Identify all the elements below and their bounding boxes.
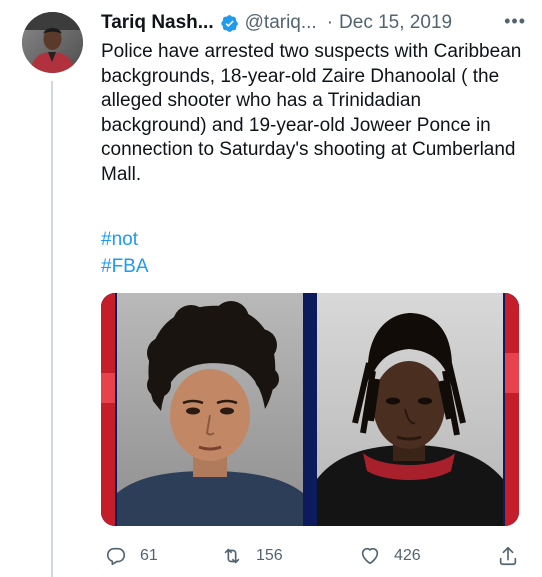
suspect-photo-right bbox=[317, 293, 503, 526]
heart-icon bbox=[361, 547, 379, 565]
tweet-media[interactable] bbox=[101, 293, 519, 526]
share-icon bbox=[499, 546, 517, 566]
share-button[interactable] bbox=[497, 545, 519, 567]
reply-button[interactable]: 61 bbox=[105, 545, 158, 567]
separator-dot: · bbox=[326, 12, 334, 33]
thread-line bbox=[51, 81, 53, 577]
tweet-actions: 61 156 426 bbox=[101, 543, 526, 573]
more-horizontal-icon[interactable]: ••• bbox=[504, 11, 526, 32]
retweet-count: 156 bbox=[256, 547, 283, 564]
reply-count: 61 bbox=[140, 547, 158, 564]
verified-badge-icon bbox=[220, 14, 238, 32]
avatar[interactable] bbox=[22, 12, 83, 73]
retweet-icon bbox=[224, 548, 240, 564]
hashtags: #not #FBA bbox=[101, 226, 301, 280]
suspect-photo-left bbox=[117, 293, 303, 526]
author-handle[interactable]: @tariq... bbox=[245, 12, 317, 34]
retweet-button[interactable]: 156 bbox=[221, 545, 283, 567]
like-count: 426 bbox=[394, 547, 421, 564]
hashtag-not[interactable]: #not bbox=[101, 226, 301, 253]
reply-icon bbox=[106, 547, 126, 566]
tweet-date[interactable]: Dec 15, 2019 bbox=[339, 12, 452, 34]
author-name[interactable]: Tariq Nash... bbox=[101, 12, 214, 34]
hashtag-fba[interactable]: #FBA bbox=[101, 253, 301, 280]
like-button[interactable]: 426 bbox=[359, 545, 421, 567]
tweet-header: Tariq Nash... @tariq... · Dec 15, 2019 •… bbox=[101, 9, 526, 37]
tweet-text: Police have arrested two suspects with C… bbox=[101, 41, 522, 185]
